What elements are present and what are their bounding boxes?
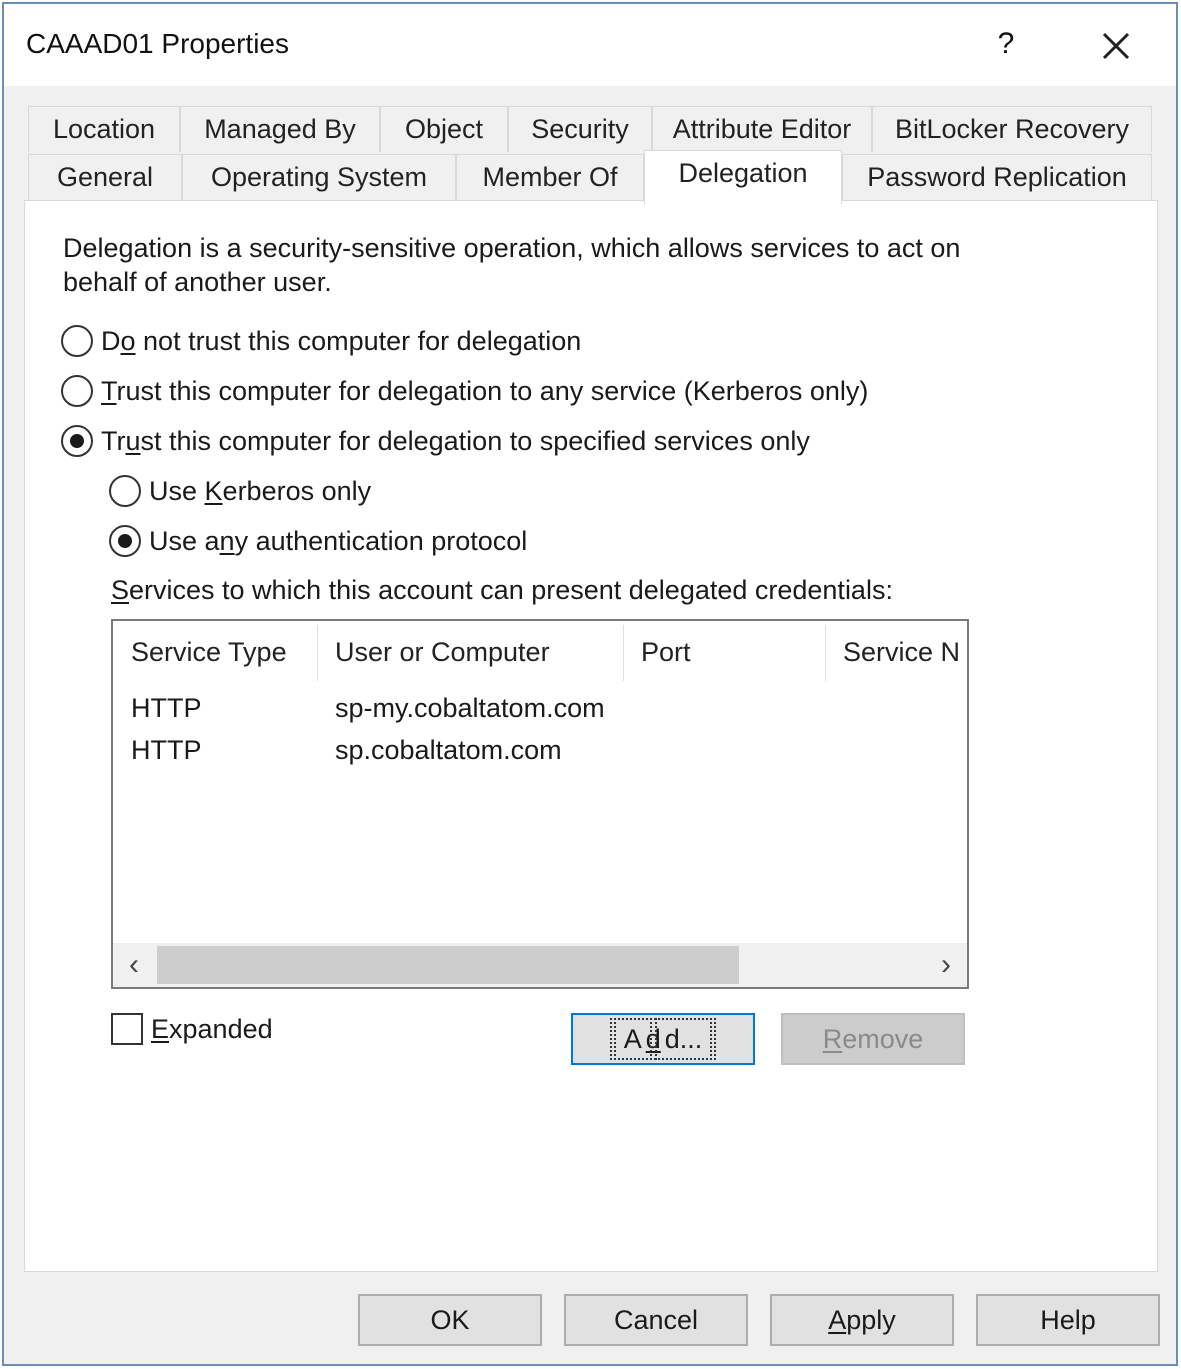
radio-trust-specified-services[interactable]: Trust this computer for delegation to sp…: [61, 423, 810, 459]
help-icon[interactable]: ?: [990, 26, 1022, 62]
window-title: CAAAD01 Properties: [26, 28, 290, 59]
radio-do-not-trust[interactable]: Do not trust this computer for delegatio…: [61, 323, 581, 359]
tab-general[interactable]: General: [28, 154, 182, 200]
checkbox-label: Expanded: [151, 1013, 273, 1044]
list-item[interactable]: HTTP sp.cobaltatom.com: [113, 729, 967, 771]
service-type-cell: HTTP: [131, 735, 202, 765]
column-port[interactable]: Port: [623, 621, 825, 683]
user-or-computer-cell: sp.cobaltatom.com: [335, 735, 562, 765]
list-header: Service Type User or Computer Port Servi…: [113, 621, 967, 683]
horizontal-scrollbar[interactable]: ‹ ›: [113, 943, 967, 987]
tab-password-replication[interactable]: Password Replication: [842, 154, 1152, 200]
tab-operating-system[interactable]: Operating System: [182, 154, 456, 200]
close-icon[interactable]: [1092, 22, 1140, 70]
service-type-cell: HTTP: [131, 693, 202, 723]
radio-circle[interactable]: [61, 375, 93, 407]
tab-attribute-editor[interactable]: Attribute Editor: [652, 106, 872, 152]
properties-dialog: CAAAD01 Properties ? Location Managed By…: [2, 2, 1178, 1366]
help-button[interactable]: Help: [976, 1294, 1160, 1346]
tab-security[interactable]: Security: [508, 106, 652, 152]
column-service-type[interactable]: Service Type: [113, 621, 317, 683]
tab-managed-by[interactable]: Managed By: [180, 106, 380, 152]
radio-circle[interactable]: [61, 325, 93, 357]
ok-button[interactable]: OK: [358, 1294, 542, 1346]
radio-circle[interactable]: [109, 475, 141, 507]
expanded-checkbox[interactable]: Expanded: [111, 1011, 273, 1047]
scrollbar-thumb[interactable]: [157, 946, 739, 984]
radio-circle-selected[interactable]: [109, 525, 141, 557]
delegation-panel: Delegation is a security-sensitive opera…: [24, 200, 1158, 1272]
radio-use-any-protocol[interactable]: Use any authentication protocol: [109, 523, 527, 559]
tab-bitlocker-recovery[interactable]: BitLocker Recovery: [872, 106, 1152, 152]
radio-label: Do not trust this computer for delegatio…: [101, 325, 582, 356]
radio-circle-selected[interactable]: [61, 425, 93, 457]
cancel-button[interactable]: Cancel: [564, 1294, 748, 1346]
list-item[interactable]: HTTP sp-my.cobaltatom.com: [113, 687, 967, 729]
radio-label: Trust this computer for delegation to an…: [101, 375, 869, 406]
tab-member-of[interactable]: Member Of: [456, 154, 644, 200]
column-service-name[interactable]: Service N: [825, 621, 967, 683]
radio-label: Use Kerberos only: [149, 475, 372, 506]
services-label: Services to which this account can prese…: [111, 575, 893, 605]
apply-button[interactable]: Apply: [770, 1294, 954, 1346]
scroll-left-icon[interactable]: ‹: [113, 943, 155, 987]
column-user-or-computer[interactable]: User or Computer: [317, 621, 623, 683]
radio-label: Trust this computer for delegation to sp…: [101, 425, 810, 456]
radio-label: Use any authentication protocol: [149, 525, 528, 556]
remove-button[interactable]: Remove: [781, 1013, 965, 1065]
tab-object[interactable]: Object: [380, 106, 508, 152]
delegation-description: Delegation is a security-sensitive opera…: [63, 233, 961, 297]
radio-use-kerberos-only[interactable]: Use Kerberos only: [109, 473, 371, 509]
checkbox-box[interactable]: [111, 1013, 143, 1045]
add-button[interactable]: Ad d...: [571, 1013, 755, 1065]
scroll-right-icon[interactable]: ›: [925, 943, 967, 987]
tab-delegation[interactable]: Delegation: [644, 150, 842, 204]
services-list[interactable]: Service Type User or Computer Port Servi…: [111, 619, 969, 989]
user-or-computer-cell: sp-my.cobaltatom.com: [335, 693, 605, 723]
radio-trust-any-service[interactable]: Trust this computer for delegation to an…: [61, 373, 868, 409]
title-bar: CAAAD01 Properties ?: [4, 4, 1176, 86]
tab-location[interactable]: Location: [28, 106, 180, 152]
